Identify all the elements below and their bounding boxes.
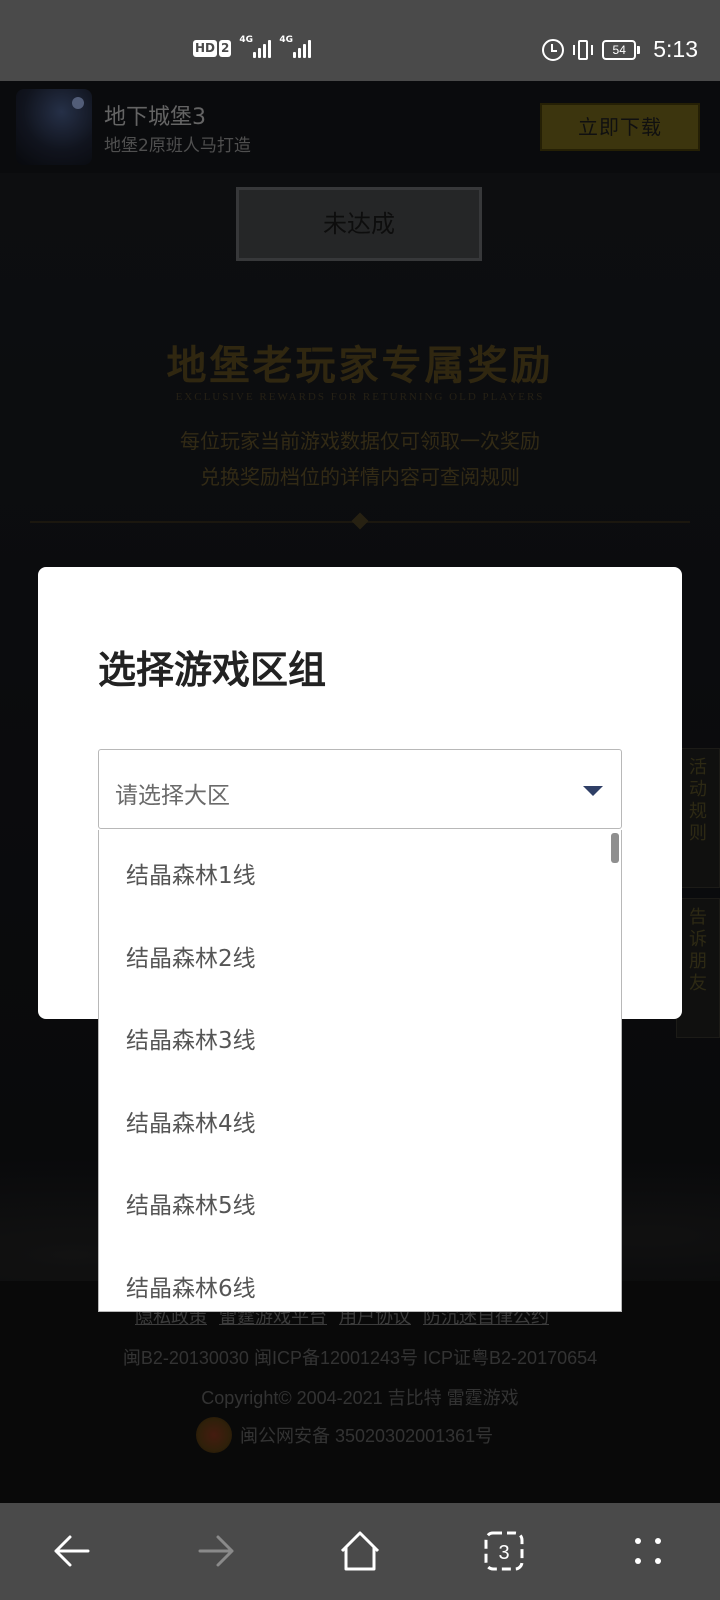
alarm-icon (542, 38, 565, 61)
sim-badge-label: 2 (219, 39, 232, 57)
network-type-label: 4G (279, 35, 294, 45)
hd-badge-label: HD (193, 39, 218, 57)
option-list: 结晶森林1线 结晶森林2线 结晶森林3线 结晶森林4线 结晶森林5线 结晶森林6… (99, 830, 621, 1312)
tabs-button[interactable]: 3 (480, 1527, 528, 1575)
list-item[interactable]: 结晶森林5线 (99, 1160, 621, 1243)
signal-icon: 4G (279, 35, 312, 58)
browser-nav-bar: 3 (0, 1503, 720, 1600)
forward-button[interactable] (192, 1527, 240, 1575)
list-item[interactable]: 结晶森林1线 (99, 830, 621, 913)
signal-icon: 4G (239, 35, 272, 58)
status-bar: HD 2 4G 4G 54 5:13 (0, 0, 720, 81)
battery-icon: 54 (602, 39, 641, 60)
back-button[interactable] (48, 1527, 96, 1575)
vibrate-icon (573, 39, 594, 61)
region-select[interactable]: 请选择大区 (98, 749, 622, 829)
dropdown-scrollbar[interactable] (611, 833, 619, 863)
dropdown-arrow-icon (583, 786, 603, 796)
home-icon (340, 1531, 380, 1571)
clock: 5:13 (653, 36, 698, 62)
list-item[interactable]: 结晶森林2线 (99, 913, 621, 996)
region-dropdown: 结晶森林1线 结晶森林2线 结晶森林3线 结晶森林4线 结晶森林5线 结晶森林6… (98, 830, 622, 1312)
dialog-title: 选择游戏区组 (98, 648, 327, 692)
network-type-label: 4G (239, 35, 254, 45)
home-button[interactable] (336, 1527, 384, 1575)
menu-button[interactable] (624, 1527, 672, 1575)
arrow-right-icon (198, 1535, 234, 1567)
select-placeholder: 请选择大区 (115, 783, 230, 809)
network-indicators: HD 2 4G 4G (193, 35, 312, 58)
list-item[interactable]: 结晶森林6线 (99, 1243, 621, 1312)
more-dots-icon (635, 1538, 661, 1564)
battery-level: 54 (602, 39, 637, 60)
tab-count: 3 (498, 1542, 509, 1564)
list-item[interactable]: 结晶森林3线 (99, 995, 621, 1078)
arrow-left-icon (54, 1535, 90, 1567)
hd-volte-icon: HD 2 (193, 39, 232, 57)
list-item[interactable]: 结晶森林4线 (99, 1078, 621, 1161)
system-indicators: 54 5:13 (542, 36, 698, 63)
tabs-icon: 3 (484, 1531, 524, 1571)
